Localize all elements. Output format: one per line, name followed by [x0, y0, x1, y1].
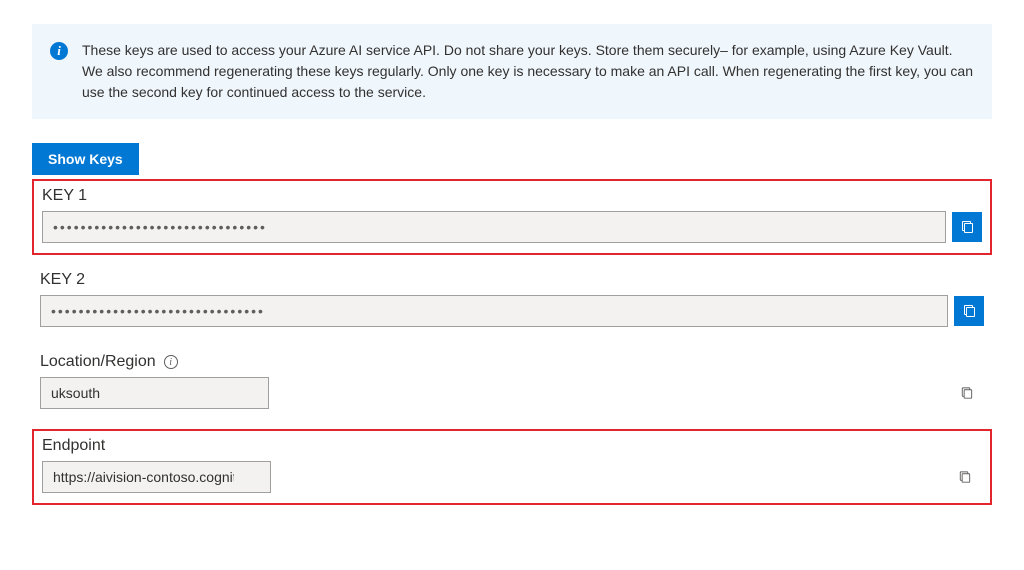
copy-location-button[interactable] [955, 382, 978, 405]
key2-input[interactable] [40, 295, 948, 327]
info-icon[interactable]: i [164, 355, 178, 369]
key1-input[interactable] [42, 211, 946, 243]
key2-group: KEY 2 [32, 265, 992, 337]
info-icon: i [50, 42, 68, 60]
copy-icon [959, 386, 974, 401]
location-label: Location/Region i [40, 353, 984, 371]
key1-group: KEY 1 [32, 179, 992, 255]
copy-icon [959, 219, 975, 235]
copy-key2-button[interactable] [954, 296, 984, 326]
key1-label: KEY 1 [42, 187, 982, 205]
location-input[interactable] [40, 377, 269, 409]
endpoint-input[interactable] [42, 461, 271, 493]
info-banner-text: These keys are used to access your Azure… [82, 40, 974, 103]
copy-key1-button[interactable] [952, 212, 982, 242]
copy-endpoint-button[interactable] [953, 466, 976, 489]
copy-icon [961, 303, 977, 319]
info-banner: i These keys are used to access your Azu… [32, 24, 992, 119]
key2-label: KEY 2 [40, 271, 984, 289]
endpoint-group: Endpoint [32, 429, 992, 505]
show-keys-button[interactable]: Show Keys [32, 143, 139, 175]
endpoint-label: Endpoint [42, 437, 982, 455]
copy-icon [957, 470, 972, 485]
location-label-text: Location/Region [40, 353, 156, 371]
location-group: Location/Region i [32, 347, 992, 419]
